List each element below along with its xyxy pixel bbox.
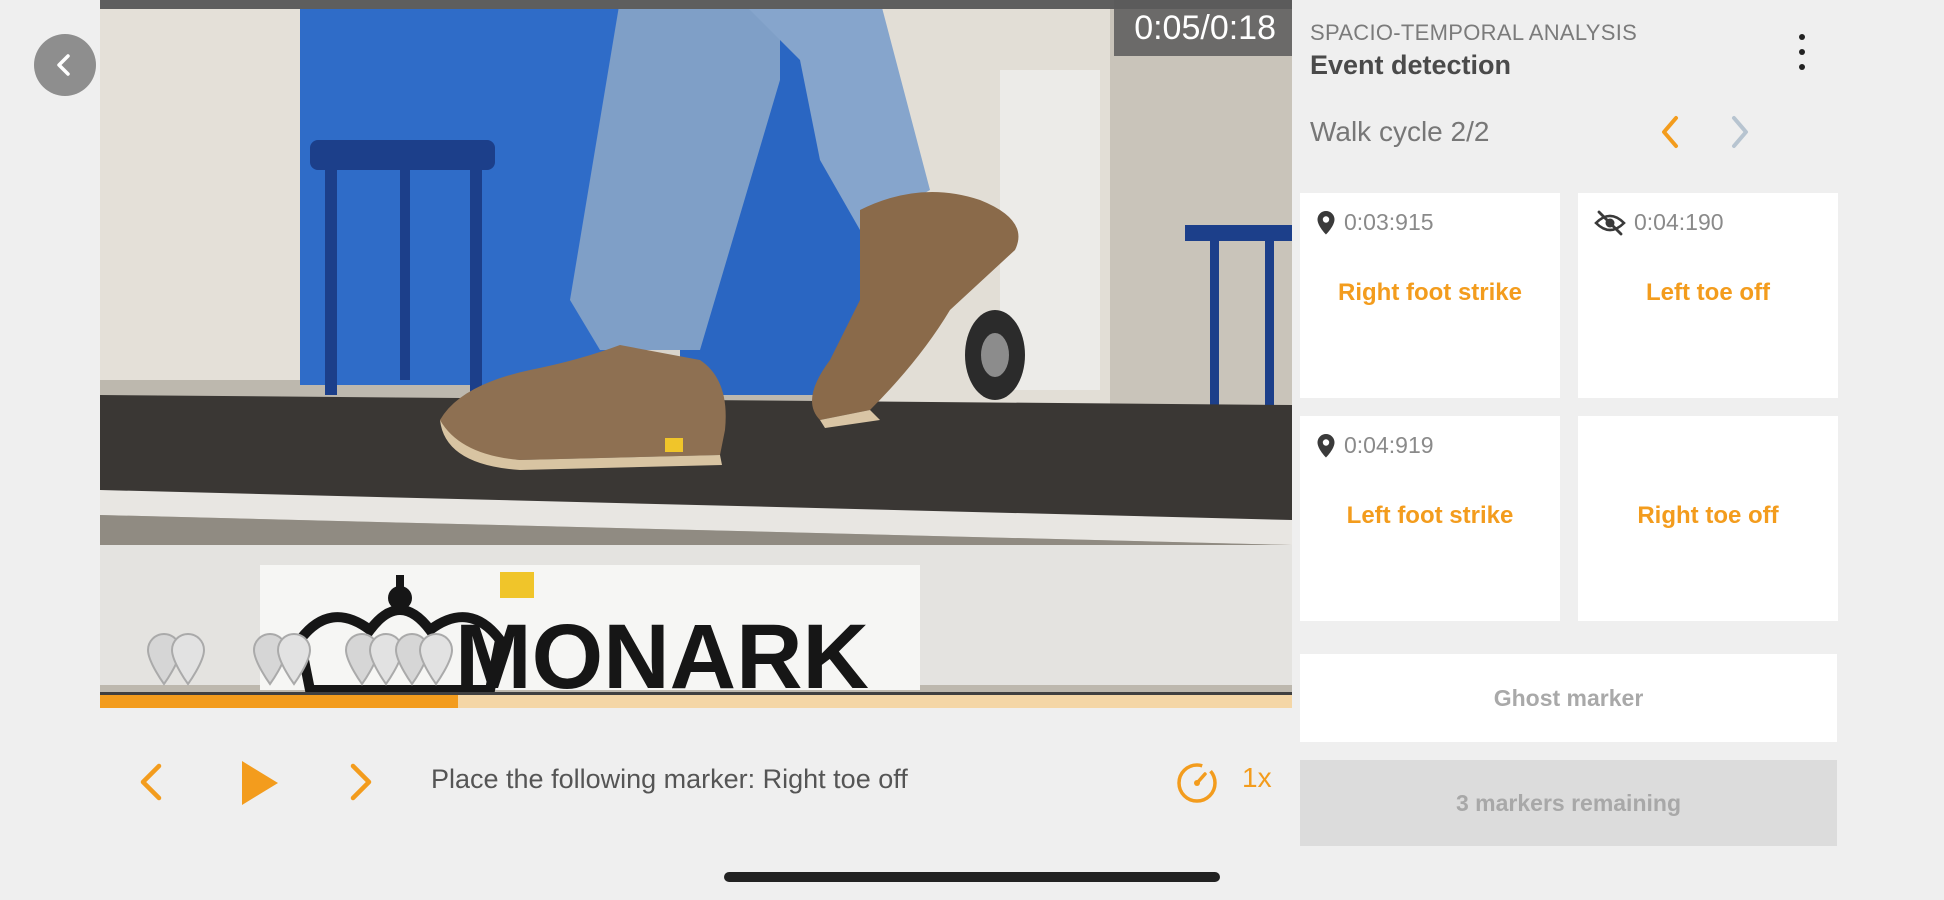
chevron-left-icon [1662, 116, 1678, 148]
play-icon [242, 761, 278, 805]
event-label: Right foot strike [1338, 279, 1522, 306]
video-frame: MONARK [100, 0, 1292, 708]
video-progress-bar[interactable] [100, 692, 1292, 708]
chevron-left-icon [57, 54, 70, 76]
event-card-right-foot-strike[interactable]: 0:03:915 Right foot strike [1300, 193, 1560, 398]
previous-frame-button[interactable] [130, 760, 174, 804]
walk-cycle-label: Walk cycle 2/2 [1310, 116, 1490, 147]
eye-off-icon [1594, 210, 1626, 235]
marker-pin-icon[interactable] [392, 630, 456, 688]
event-meta: 0:04:190 [1594, 209, 1724, 236]
home-indicator[interactable] [724, 872, 1220, 882]
location-pin-icon [1317, 210, 1335, 234]
previous-cycle-button[interactable] [1650, 112, 1690, 152]
event-time: 0:03:915 [1344, 209, 1434, 235]
next-cycle-button[interactable] [1720, 112, 1760, 152]
event-meta: 0:04:919 [1316, 432, 1434, 459]
panel-title: Event detection [1310, 50, 1512, 80]
video-timecode: 0:05/0:18 [1114, 0, 1292, 56]
back-button[interactable] [34, 34, 96, 96]
event-time: 0:04:190 [1634, 209, 1724, 235]
event-label: Right toe off [1637, 502, 1779, 529]
chevron-right-icon [1732, 116, 1748, 148]
location-pin-icon [1317, 433, 1335, 457]
chevron-left-icon [140, 763, 162, 801]
panel-subtitle: SPACIO-TEMPORAL ANALYSIS [1310, 20, 1638, 45]
event-label: Left foot strike [1346, 502, 1514, 529]
event-card-left-toe-off[interactable]: 0:04:190 Left toe off [1578, 193, 1838, 398]
playback-speed[interactable]: 1x [1242, 762, 1272, 794]
marker-pin-icon[interactable] [144, 630, 208, 688]
speed-dial-button[interactable] [1174, 760, 1220, 806]
ghost-marker-button[interactable]: Ghost marker [1300, 654, 1837, 742]
event-time: 0:04:919 [1344, 432, 1434, 458]
speedometer-icon [1177, 763, 1217, 803]
markers-remaining-button: 3 markers remaining [1300, 760, 1837, 846]
more-options-icon[interactable] [1790, 30, 1814, 74]
event-card-left-foot-strike[interactable]: 0:04:919 Left foot strike [1300, 416, 1560, 621]
progress-fill [100, 695, 458, 708]
play-button[interactable] [232, 758, 286, 808]
marker-instruction: Place the following marker: Right toe of… [431, 764, 908, 794]
event-meta: 0:03:915 [1316, 209, 1434, 236]
playback-controls: Place the following marker: Right toe of… [100, 740, 1292, 824]
video-player[interactable]: MONARK 0:05/0:18 [100, 0, 1292, 708]
event-card-right-toe-off[interactable]: Right toe off [1578, 416, 1838, 621]
marker-pin-icon[interactable] [250, 630, 314, 688]
next-frame-button[interactable] [338, 760, 382, 804]
video-top-bar [100, 0, 1292, 9]
chevron-right-icon [350, 763, 372, 801]
event-label: Left toe off [1646, 279, 1770, 306]
